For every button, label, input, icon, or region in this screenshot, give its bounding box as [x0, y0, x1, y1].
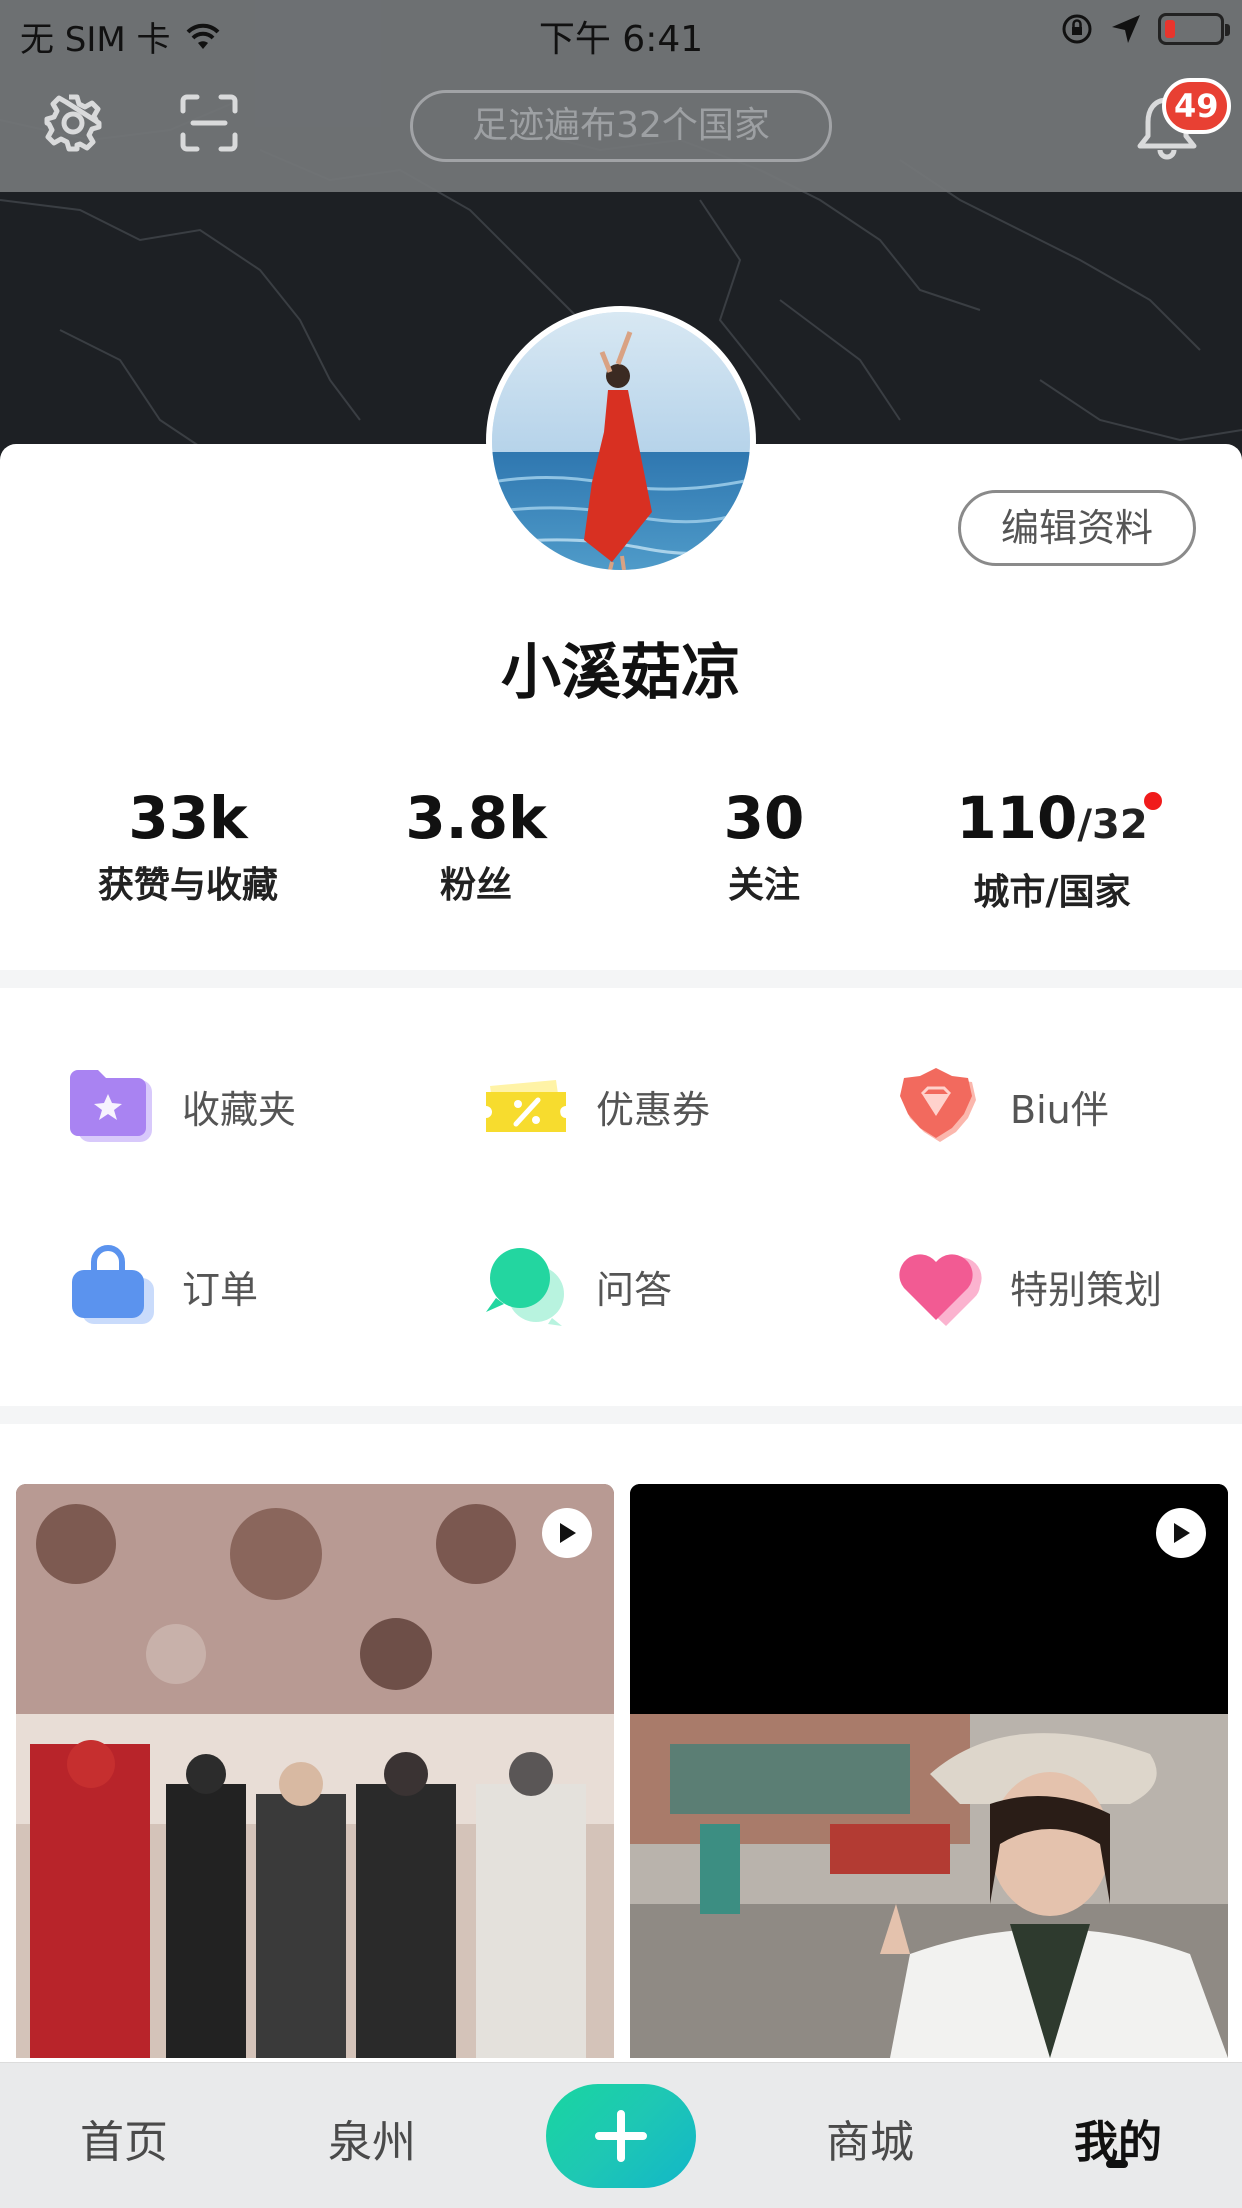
tab-quanzhou[interactable]: 泉州 — [292, 2106, 452, 2170]
gear-icon — [44, 94, 102, 152]
bag-icon — [68, 1242, 156, 1330]
battery-level — [1165, 20, 1175, 38]
plus-icon — [595, 2110, 647, 2162]
stat-countries-count: /32 — [1077, 802, 1148, 848]
feature-special-plan[interactable]: 特别策划 — [896, 1236, 1162, 1336]
heart-icon — [896, 1242, 984, 1330]
feature-orders[interactable]: 订单 — [68, 1236, 258, 1336]
scan-button[interactable] — [178, 92, 240, 154]
coupon-icon — [482, 1062, 570, 1150]
footprint-pill[interactable]: 足迹遍布32个国家 — [410, 90, 832, 162]
section-divider — [0, 970, 1242, 988]
stat-following-value: 30 — [723, 784, 805, 852]
play-icon — [542, 1508, 592, 1558]
username: 小溪菇凉 — [501, 638, 741, 708]
stat-likes-label: 获赞与收藏 — [97, 865, 278, 906]
stat-fans-value: 3.8k — [405, 784, 547, 852]
feature-favorites-label: 收藏夹 — [182, 1087, 297, 1132]
notification-badge: 49 — [1162, 78, 1231, 134]
folder-star-icon — [68, 1062, 156, 1150]
status-time: 下午 6:41 — [538, 19, 704, 60]
settings-button[interactable] — [42, 92, 104, 154]
feature-coupons-label: 优惠券 — [596, 1087, 711, 1132]
video-thumbnail — [16, 1484, 614, 2058]
rotation-lock-icon — [1062, 14, 1092, 44]
stat-fans[interactable]: 3.8k 粉丝 — [346, 782, 606, 908]
battery-icon — [1158, 13, 1230, 45]
new-dot-indicator — [1144, 792, 1162, 810]
play-icon — [1156, 1508, 1206, 1558]
gem-icon — [896, 1062, 984, 1150]
feature-qa[interactable]: 问答 — [482, 1236, 672, 1336]
avatar[interactable] — [486, 306, 756, 576]
feature-biu-partner[interactable]: Biu伴 — [896, 1056, 1109, 1156]
chat-bubbles-icon — [482, 1242, 570, 1330]
video-thumbnail — [630, 1484, 1228, 2058]
tab-mall[interactable]: 商城 — [790, 2106, 950, 2170]
scan-icon — [180, 94, 238, 152]
active-tab-indicator — [1106, 2160, 1128, 2168]
stat-cities-count: 110 — [956, 784, 1078, 852]
stat-cities-label: 城市/国家 — [973, 872, 1131, 913]
feature-coupons[interactable]: 优惠券 — [482, 1056, 710, 1156]
section-divider — [0, 1406, 1242, 1424]
video-card[interactable] — [630, 1484, 1228, 2058]
stat-likes[interactable]: 33k 获赞与收藏 — [58, 782, 318, 908]
add-post-button[interactable] — [546, 2084, 696, 2188]
feature-special-plan-label: 特别策划 — [1010, 1267, 1163, 1312]
feature-orders-label: 订单 — [182, 1267, 259, 1312]
tab-home[interactable]: 首页 — [44, 2106, 204, 2170]
feature-favorites[interactable]: 收藏夹 — [68, 1056, 296, 1156]
stat-cities[interactable]: 110/32 城市/国家 — [922, 782, 1182, 915]
stat-following[interactable]: 30 关注 — [634, 782, 894, 908]
feature-qa-label: 问答 — [596, 1267, 673, 1312]
stat-cities-value: 110/32 — [922, 782, 1182, 861]
edit-profile-button[interactable]: 编辑资料 — [958, 490, 1196, 566]
stat-likes-value: 33k — [128, 784, 248, 852]
status-right — [1060, 12, 1230, 46]
video-card[interactable] — [16, 1484, 614, 2058]
location-arrow-icon — [1112, 15, 1140, 43]
feature-biu-partner-label: Biu伴 — [1010, 1087, 1109, 1132]
stat-following-label: 关注 — [727, 865, 800, 906]
stat-fans-label: 粉丝 — [439, 865, 512, 906]
avatar-photo — [492, 312, 750, 570]
status-bar: 无 SIM 卡 下午 6:41 — [0, 0, 1242, 64]
